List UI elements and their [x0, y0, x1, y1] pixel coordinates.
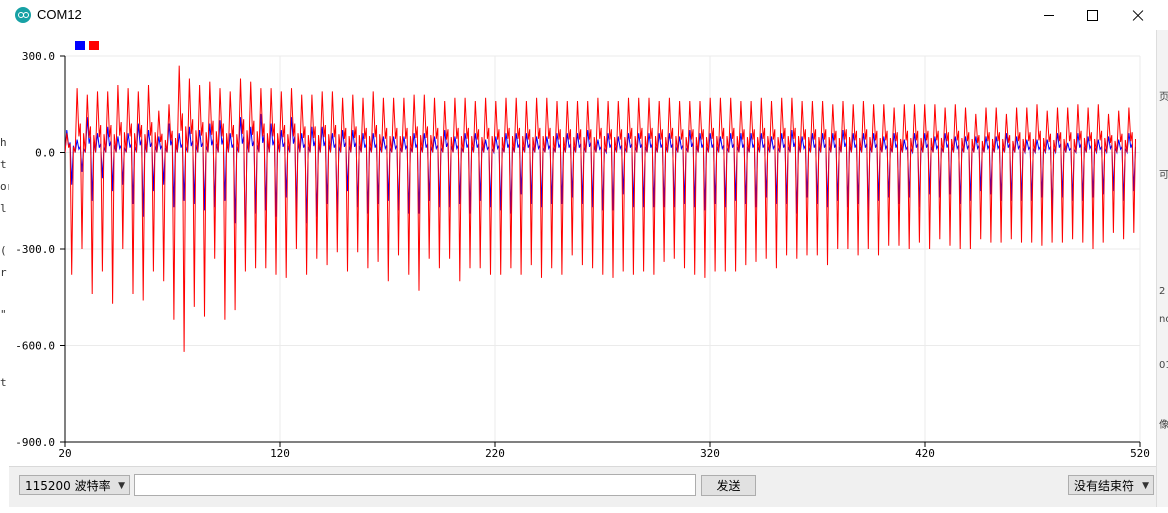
x-tick-label: 120 — [270, 447, 290, 460]
edge-fragment: 可 — [1159, 170, 1168, 181]
y-tick-label: 0.0 — [35, 147, 55, 160]
chevron-down-icon: ▼ — [1142, 481, 1149, 491]
y-tick-label: -900.0 — [15, 436, 55, 449]
x-tick-label: 20 — [58, 447, 71, 460]
background-strip — [0, 507, 1168, 513]
baud-rate-select[interactable]: 115200 波特率 ▼ — [19, 475, 130, 495]
x-tick-label: 320 — [700, 447, 720, 460]
edge-fragment: 像 — [1159, 420, 1168, 431]
maximize-icon[interactable] — [1069, 0, 1115, 30]
y-tick-label: -600.0 — [15, 340, 55, 353]
title-bar: COM12 — [0, 0, 1168, 30]
line-ending-label: 没有结束符 — [1074, 479, 1135, 493]
legend-swatch-blue — [75, 41, 85, 50]
x-tick-label: 420 — [915, 447, 935, 460]
legend-swatch-red — [89, 41, 99, 50]
y-tick-label: -300.0 — [15, 243, 55, 256]
plotter-toolbar: 115200 波特率 ▼ 发送 没有结束符 ▼ — [9, 466, 1156, 507]
send-button[interactable]: 发送 — [701, 475, 756, 496]
edge-fragment: 页 — [1159, 92, 1168, 103]
chevron-down-icon: ▼ — [118, 481, 125, 491]
series-line-red — [65, 65, 1136, 352]
serial-send-input[interactable] — [134, 474, 696, 496]
edge-fragment: no — [1159, 314, 1168, 325]
x-tick-label: 220 — [485, 447, 505, 460]
serial-plot: 300.0 0.0 -300.0 -600.0 -900.020 120 220 320 420… — [15, 41, 1150, 460]
x-tick-label: 520 — [1130, 447, 1150, 460]
arduino-logo-icon — [15, 7, 31, 23]
close-icon[interactable] — [1114, 0, 1160, 30]
y-tick-label: 300.0 — [22, 50, 55, 63]
edge-fragment: 01 — [1159, 360, 1168, 371]
baud-rate-label: 115200 波特率 — [25, 479, 111, 493]
edge-fragment: 2 — [1159, 286, 1166, 297]
minimize-icon[interactable] — [1026, 0, 1072, 30]
window-title: COM12 — [37, 7, 82, 22]
line-ending-select[interactable]: 没有结束符 ▼ — [1068, 475, 1154, 495]
background-window-edge: 页 可 2 no 01 像 — [1156, 30, 1168, 510]
